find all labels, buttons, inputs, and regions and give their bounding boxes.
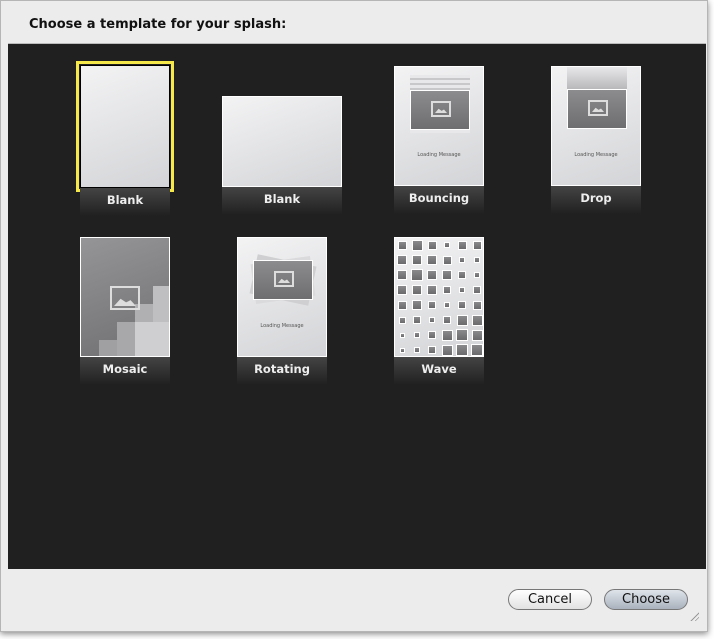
wave-square [472, 240, 482, 250]
wave-square [474, 272, 480, 278]
thumbnail [394, 237, 484, 357]
loading-message: Loading Message [260, 323, 304, 329]
choose-button[interactable]: Choose [604, 589, 688, 610]
wave-square [427, 255, 437, 265]
wave-square [411, 269, 423, 281]
template-label: Mosaic [102, 362, 148, 376]
wave-square [474, 257, 480, 263]
loading-message: Loading Message [574, 152, 618, 158]
template-blank-landscape[interactable]: Blank [222, 96, 342, 216]
wave-square [427, 285, 437, 295]
wave-square [442, 255, 452, 265]
wave-square [398, 316, 406, 324]
wave-square [444, 242, 450, 248]
wave-square [397, 285, 407, 295]
template-dialog: Choose a template for your splash: Blank… [0, 0, 708, 632]
wave-square [397, 240, 407, 250]
template-label: Blank [263, 192, 301, 206]
wave-square [399, 332, 405, 338]
wave-square [427, 270, 437, 280]
template-label: Rotating [254, 362, 310, 376]
image-icon [274, 271, 294, 287]
template-rotating[interactable]: Loading Message Rotating [237, 237, 327, 387]
cancel-button[interactable]: Cancel [508, 589, 592, 610]
template-label: Blank [106, 193, 144, 207]
wave-square [441, 329, 453, 341]
template-mosaic[interactable]: Mosaic [80, 237, 170, 387]
wave-square [397, 270, 407, 280]
thumbnail [222, 96, 342, 187]
template-drop[interactable]: Loading Message Drop [551, 66, 641, 216]
wave-square [459, 287, 465, 293]
template-label: Wave [421, 362, 457, 376]
wave-square [443, 286, 451, 294]
thumbnail: Loading Message [394, 66, 484, 186]
wave-square [397, 255, 407, 265]
wave-square [399, 347, 405, 353]
wave-square [471, 329, 483, 341]
wave-square [414, 332, 420, 338]
wave-square [443, 316, 451, 324]
wave-square [442, 270, 452, 280]
template-wave[interactable]: Wave [394, 237, 484, 387]
thumbnail [76, 61, 174, 192]
wave-square [471, 344, 483, 356]
thumbnail: Loading Message [551, 66, 641, 186]
wave-square [444, 302, 450, 308]
wave-square [412, 285, 422, 295]
template-grid: Blank Blank Loading Message Bouncing Loa… [8, 43, 706, 569]
image-icon [110, 286, 140, 310]
wave-square [412, 300, 422, 310]
wave-square [429, 317, 435, 323]
loading-message: Loading Message [417, 152, 461, 158]
wave-square [458, 301, 466, 309]
wave-square [457, 240, 467, 250]
template-blank-portrait[interactable]: Blank [76, 61, 174, 216]
wave-square [413, 316, 421, 324]
wave-square [471, 314, 483, 326]
wave-square [456, 344, 468, 356]
resize-grip-icon[interactable] [689, 611, 699, 621]
thumbnail: Loading Message [237, 237, 327, 357]
wave-square [472, 300, 482, 310]
image-icon [588, 100, 608, 116]
wave-square [458, 271, 466, 279]
wave-square [428, 301, 436, 309]
image-icon [431, 101, 451, 117]
template-label: Bouncing [408, 191, 470, 205]
wave-square [414, 347, 420, 353]
wave-square [459, 257, 465, 263]
wave-square [456, 314, 468, 326]
wave-square [411, 239, 423, 251]
wave-square [428, 346, 436, 354]
dialog-title: Choose a template for your splash: [29, 17, 287, 32]
wave-square [412, 255, 422, 265]
wave-square [441, 344, 453, 356]
wave-square [427, 240, 437, 250]
wave-square [428, 331, 436, 339]
wave-square [397, 300, 407, 310]
template-label: Drop [580, 191, 612, 205]
wave-square [473, 286, 481, 294]
wave-square [456, 329, 468, 341]
template-bouncing[interactable]: Loading Message Bouncing [394, 66, 484, 216]
thumbnail [80, 237, 170, 357]
